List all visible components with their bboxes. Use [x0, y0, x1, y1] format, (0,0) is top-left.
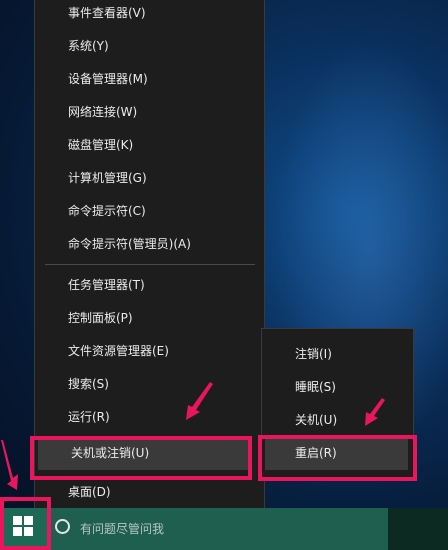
- arrow-icon: [1, 382, 385, 490]
